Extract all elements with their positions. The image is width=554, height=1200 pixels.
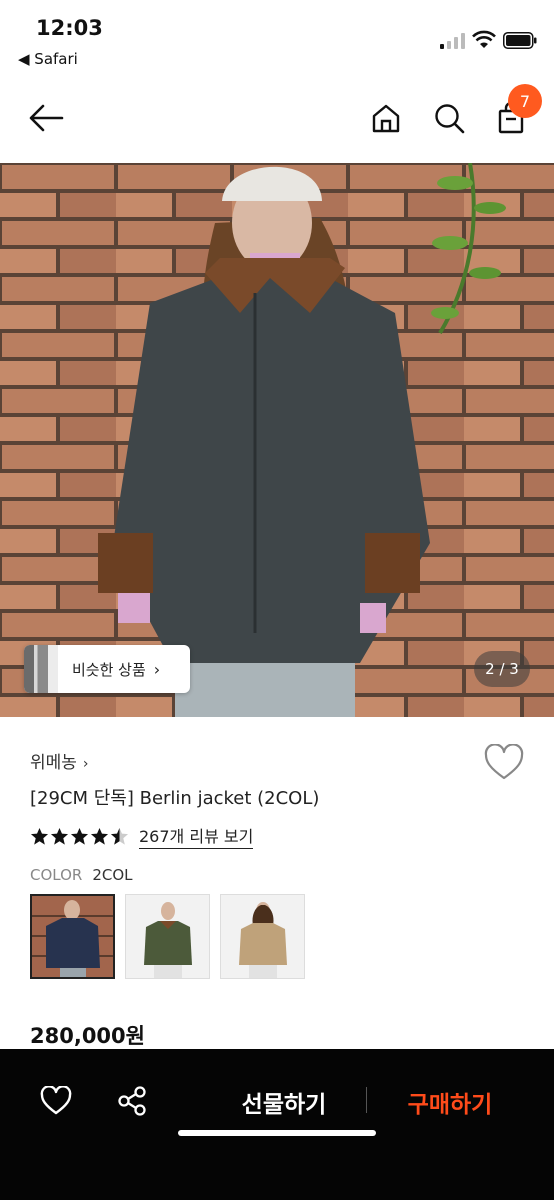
- back-button[interactable]: [26, 98, 66, 138]
- heart-icon: [40, 1086, 72, 1115]
- color-row: COLOR 2COL: [30, 866, 133, 884]
- top-nav-bar: [0, 78, 554, 163]
- wifi-icon: [472, 30, 496, 48]
- share-icon: [118, 1086, 146, 1116]
- star-rating: [30, 827, 129, 846]
- bottom-action-bar: 선물하기 구매하기: [0, 1049, 554, 1200]
- similar-products-label: 비슷한 상품: [72, 660, 146, 679]
- share-button[interactable]: [112, 1081, 152, 1121]
- home-icon: [372, 104, 400, 133]
- wishlist-button[interactable]: [484, 743, 524, 782]
- review-link[interactable]: 267개 리뷰 보기: [139, 823, 254, 849]
- similar-products-thumbnail: [24, 645, 58, 693]
- back-arrow-icon: [29, 104, 64, 132]
- rating-row: 267개 리뷰 보기: [30, 823, 254, 849]
- buy-button[interactable]: 구매하기: [388, 1085, 512, 1119]
- product-image-carousel[interactable]: 비슷한 상품 › 2 / 3: [0, 163, 554, 717]
- half-star-icon: [110, 827, 129, 845]
- color-value: 2COL: [92, 866, 133, 884]
- home-indicator[interactable]: [178, 1130, 376, 1136]
- similar-products-button[interactable]: 비슷한 상품 ›: [24, 645, 190, 693]
- product-price: 280,000원: [30, 1024, 145, 1048]
- search-icon: [435, 104, 465, 134]
- signal-icon: [440, 33, 465, 49]
- search-button[interactable]: [429, 98, 469, 138]
- swatch-image: [32, 896, 113, 977]
- wishlist-button-bottom[interactable]: [36, 1081, 76, 1121]
- brand-name: 위메농: [30, 753, 77, 773]
- gift-button[interactable]: 선물하기: [222, 1085, 346, 1119]
- cart-count-badge: 7: [508, 84, 542, 118]
- star-icon: [90, 827, 109, 845]
- color-swatches: [30, 894, 305, 979]
- color-swatch-khaki[interactable]: [125, 894, 210, 979]
- color-label: COLOR: [30, 866, 83, 884]
- color-swatch-navy[interactable]: [30, 894, 115, 979]
- status-time: 12:03: [36, 16, 103, 40]
- divider: [366, 1087, 367, 1113]
- battery-icon: [503, 32, 537, 49]
- star-icon: [30, 827, 49, 845]
- heart-icon: [484, 743, 524, 780]
- status-bar: 12:03 ◀ Safari: [0, 0, 554, 78]
- back-to-safari-link[interactable]: ◀ Safari: [18, 50, 78, 68]
- image-counter: 2 / 3: [474, 651, 530, 687]
- swatch-image: [221, 895, 304, 978]
- brand-link[interactable]: 위메농 ›: [30, 748, 89, 773]
- color-swatch-beige[interactable]: [220, 894, 305, 979]
- chevron-right-icon: ›: [153, 659, 161, 679]
- product-title: [29CM 단독] Berlin jacket (2COL): [30, 788, 320, 809]
- star-icon: [70, 827, 89, 845]
- star-icon: [50, 827, 69, 845]
- chevron-right-icon: ›: [82, 756, 89, 772]
- product-photo: [0, 163, 554, 717]
- home-button[interactable]: [366, 98, 406, 138]
- swatch-image: [126, 895, 209, 978]
